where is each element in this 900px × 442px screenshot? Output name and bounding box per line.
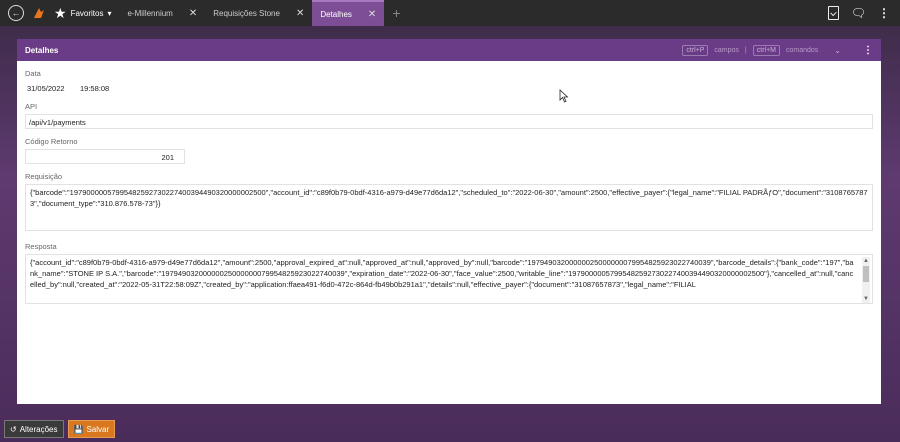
shortcut-campos-key[interactable]: ctrl+P — [682, 44, 709, 56]
resposta-label: Resposta — [25, 242, 57, 251]
chevron-down-icon: ▾ — [107, 8, 112, 18]
clipboard-check-icon[interactable] — [827, 6, 839, 20]
close-icon[interactable]: ✕ — [368, 9, 376, 20]
resposta-value: {"account_id":"c89f0b79-0bdf-4316-a979-d… — [30, 258, 854, 289]
scroll-up-icon[interactable]: ▲ — [862, 257, 870, 265]
shortcut-comandos-key[interactable]: ctrl+M — [752, 44, 780, 56]
alteracoes-button[interactable]: ↺ Alterações — [4, 420, 64, 438]
resposta-field[interactable]: {"account_id":"c89f0b79-0bdf-4316-a979-d… — [25, 254, 873, 304]
requisicao-value: {"barcode":"1979000005799548259273022740… — [30, 188, 868, 208]
favorites-label: Favoritos — [70, 8, 104, 18]
api-field[interactable]: /api/v1/payments — [25, 114, 873, 129]
requisicao-field[interactable]: {"barcode":"1979000005799548259273022740… — [25, 184, 873, 231]
add-tab-button[interactable]: + — [392, 5, 400, 21]
data-date-value[interactable]: 31/05/2022 — [27, 84, 65, 93]
top-bar: ← ★ Favoritos ▾ e-Millennium ✕ Requisiçõ… — [0, 0, 900, 26]
chat-icon[interactable]: 🗨 — [851, 6, 866, 20]
resposta-scrollbar[interactable]: ▲ ▼ — [862, 257, 870, 303]
tab-requisicoes-stone[interactable]: Requisições Stone ✕ — [205, 0, 312, 26]
salvar-label: Salvar — [86, 424, 110, 434]
app-logo-icon[interactable] — [32, 6, 46, 20]
shortcut-campos-label[interactable]: campos — [714, 47, 739, 54]
tab-label: Detalhes — [320, 9, 352, 19]
scroll-down-icon[interactable]: ▼ — [862, 295, 870, 303]
panel-header: Detalhes ctrl+P campos | ctrl+M comandos… — [17, 39, 881, 61]
favorites-menu[interactable]: ★ Favoritos ▾ — [54, 6, 111, 20]
tab-e-millennium[interactable]: e-Millennium ✕ — [119, 0, 205, 26]
salvar-button[interactable]: 💾 Salvar — [67, 420, 116, 438]
requisicao-label: Requisição — [25, 172, 63, 181]
scroll-thumb[interactable] — [863, 266, 869, 282]
close-icon[interactable]: ✕ — [296, 8, 304, 19]
tab-detalhes[interactable]: Detalhes ✕ — [312, 0, 385, 26]
close-icon[interactable]: ✕ — [189, 8, 197, 19]
chevron-down-icon[interactable]: ⌄ — [834, 46, 841, 55]
api-label: API — [25, 102, 38, 111]
bottom-bar: ↺ Alterações 💾 Salvar — [0, 416, 900, 442]
alteracoes-label: Alterações — [19, 424, 58, 434]
codigo-retorno-label: Código Retorno — [25, 137, 78, 146]
save-icon: 💾 — [73, 424, 84, 434]
codigo-retorno-value: 201 — [161, 153, 174, 162]
back-icon[interactable]: ← — [8, 5, 24, 21]
history-icon: ↺ — [10, 424, 17, 434]
separator: | — [744, 46, 747, 54]
tab-label: Requisições Stone — [213, 8, 280, 18]
panel-title: Detalhes — [25, 45, 59, 55]
shortcut-comandos-label[interactable]: comandos — [786, 47, 818, 54]
data-label: Data — [25, 69, 41, 78]
more-vertical-icon[interactable]: ⋮ — [878, 7, 890, 19]
tab-label: e-Millennium — [127, 8, 173, 18]
data-time-value[interactable]: 19:58:08 — [80, 84, 109, 93]
more-vertical-icon[interactable]: ⋮ — [863, 45, 873, 56]
codigo-retorno-field[interactable]: 201 — [25, 149, 185, 164]
mouse-cursor-icon — [559, 89, 569, 103]
api-value: /api/v1/payments — [29, 118, 86, 127]
details-panel: Detalhes ctrl+P campos | ctrl+M comandos… — [17, 39, 881, 404]
star-icon: ★ — [54, 5, 67, 21]
